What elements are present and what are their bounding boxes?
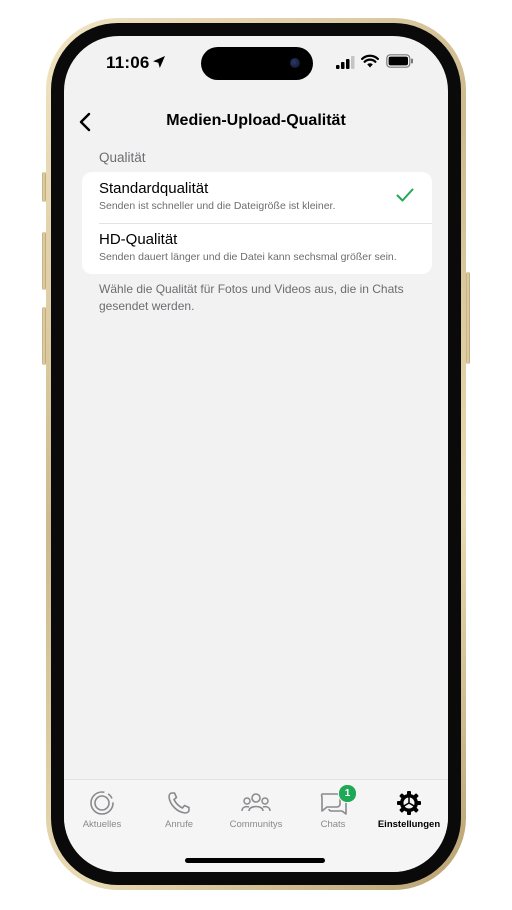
- tab-label: Communitys: [229, 819, 283, 830]
- option-hd-quality[interactable]: HD-Qualität Senden dauert länger und die…: [82, 223, 432, 274]
- navigation-bar: Medien-Upload-Qualität: [64, 104, 448, 140]
- camera-icon: [290, 58, 300, 68]
- screen: 11:06 Medien-Upload-Qualität Qualität St…: [64, 36, 448, 872]
- wifi-icon: [361, 54, 379, 68]
- status-bar: 11:06: [64, 36, 448, 88]
- option-description: Senden dauert länger und die Datei kann …: [99, 251, 397, 263]
- footer-note: Wähle die Qualität für Fotos und Videos …: [99, 282, 404, 313]
- quality-options-card: Standardqualität Senden ist schneller un…: [82, 172, 432, 274]
- page-title: Medien-Upload-Qualität: [166, 112, 346, 129]
- phone-frame: 11:06 Medien-Upload-Qualität Qualität St…: [46, 18, 466, 890]
- tab-communities[interactable]: Communitys: [221, 790, 291, 830]
- option-standard-quality[interactable]: Standardqualität Senden ist schneller un…: [82, 172, 432, 223]
- tab-calls[interactable]: Anrufe: [144, 790, 214, 830]
- tab-chats[interactable]: 1 Chats: [298, 784, 368, 830]
- home-indicator: [185, 858, 325, 863]
- unread-badge: 1: [338, 784, 357, 803]
- tab-label: Einstellungen: [377, 819, 441, 830]
- tab-label: Anrufe: [165, 819, 193, 830]
- status-time: 11:06: [106, 53, 150, 72]
- power-button: [466, 272, 470, 364]
- volume-down-button: [42, 307, 46, 365]
- dynamic-island: [201, 47, 313, 80]
- tab-updates[interactable]: Aktuelles: [67, 790, 137, 830]
- gear-icon: [397, 791, 421, 815]
- checkmark-icon: [396, 188, 414, 202]
- updates-icon: [90, 791, 114, 815]
- phone-bezel: 11:06 Medien-Upload-Qualität Qualität St…: [51, 23, 461, 885]
- action-button: [42, 172, 46, 202]
- location-arrow-icon: [153, 56, 165, 68]
- tab-label: Chats: [320, 819, 346, 830]
- communities-icon: [241, 793, 271, 812]
- option-title: Standardqualität: [99, 180, 209, 197]
- phone-icon: [168, 792, 190, 814]
- option-description: Senden ist schneller und die Dateigröße …: [99, 200, 336, 212]
- tab-bar: Aktuelles Anrufe Communitys 1 Chats Eins…: [64, 779, 448, 872]
- tab-settings[interactable]: Einstellungen: [374, 790, 444, 830]
- cellular-signal-icon: [336, 56, 355, 69]
- tab-label: Aktuelles: [82, 819, 122, 830]
- volume-up-button: [42, 232, 46, 290]
- battery-icon: [386, 54, 413, 68]
- option-title: HD-Qualität: [99, 231, 178, 248]
- section-header: Qualität: [99, 150, 146, 165]
